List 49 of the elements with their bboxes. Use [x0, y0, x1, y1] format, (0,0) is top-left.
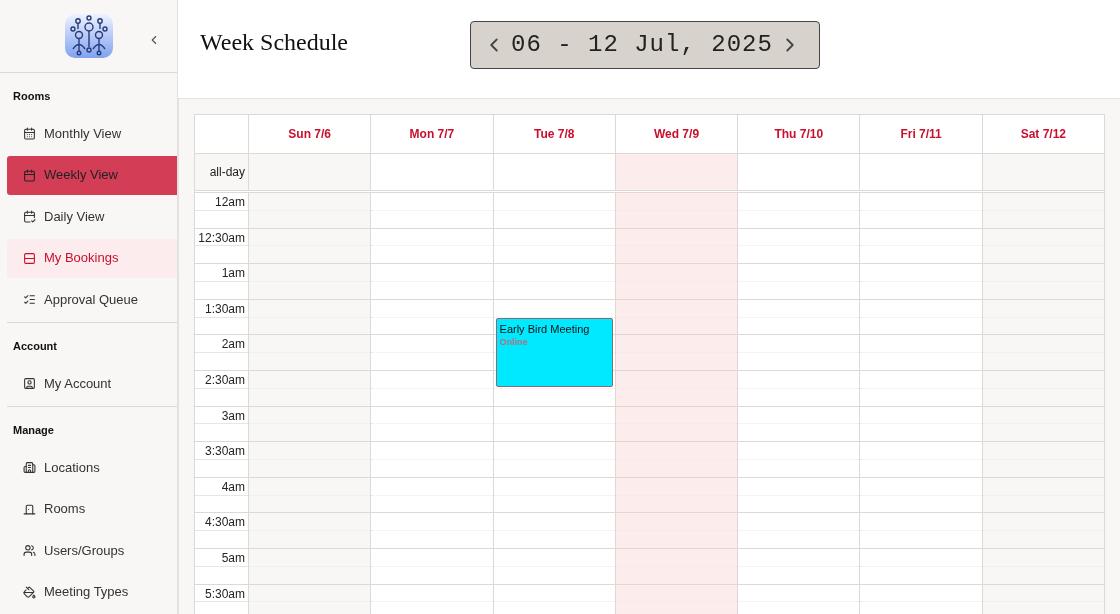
- time-label: 4:30am: [204, 514, 245, 532]
- logo-icon: [63, 12, 114, 59]
- day-header: Sun 7/6: [288, 126, 331, 143]
- time-label: 3am: [221, 407, 245, 425]
- sidebar-item[interactable]: Users/Groups: [7, 531, 177, 570]
- sidebar-item[interactable]: My Account: [7, 364, 177, 403]
- date-range: 06 - 12 Jul, 2025: [511, 30, 773, 60]
- event-location: Online: [499, 336, 529, 348]
- sidebar-item[interactable]: Meeting Types: [7, 572, 177, 612]
- event-card[interactable]: Early Bird Meeting Online: [495, 318, 613, 387]
- time-label: 2am: [221, 336, 245, 354]
- day-header: Sat 7/12: [1020, 126, 1067, 143]
- list-check-icon: [23, 293, 36, 306]
- day-header: Wed 7/9: [653, 126, 700, 143]
- sidebar-item[interactable]: Locations: [7, 448, 177, 487]
- sidebar-item[interactable]: My Bookings: [7, 238, 177, 278]
- sidebar-item[interactable]: Approval Queue: [7, 280, 177, 319]
- paint-bucket-icon: [23, 585, 36, 599]
- sidebar-item[interactable]: Rooms: [7, 489, 177, 529]
- day-header: Thu 7/10: [774, 126, 824, 143]
- day-header: Fri 7/11: [900, 126, 942, 143]
- time-label: 12:30am: [198, 229, 245, 247]
- page-title: Week Schedule: [200, 28, 349, 57]
- time-label: 1am: [221, 265, 245, 283]
- all-day-label: all-day: [209, 164, 245, 181]
- section-heading: Account: [12, 338, 58, 354]
- time-label: 2:30am: [204, 371, 245, 389]
- door-icon: [23, 502, 36, 516]
- sidebar-item[interactable]: Monthly View: [7, 114, 177, 153]
- time-label: 4am: [221, 478, 245, 496]
- calendar-icon: [23, 168, 36, 182]
- section-heading: Rooms: [12, 88, 52, 104]
- calendar-grid-icon: [23, 127, 36, 140]
- day-header: Tue 7/8: [533, 126, 575, 143]
- section-heading: Manage: [12, 422, 55, 438]
- user-square-icon: [23, 377, 36, 390]
- day-header: Mon 7/7: [409, 126, 455, 143]
- sidebar-item[interactable]: Weekly View: [7, 155, 177, 195]
- card-icon: [23, 251, 36, 265]
- event-title: Early Bird Meeting: [499, 322, 591, 336]
- time-label: 5:30am: [204, 585, 245, 603]
- time-label: 5am: [221, 549, 245, 567]
- time-label: 1:30am: [204, 300, 245, 318]
- sidebar-item[interactable]: Daily View: [7, 197, 177, 236]
- calendar-day-icon: [23, 210, 36, 223]
- building-icon: [23, 461, 36, 474]
- time-label: 12am: [214, 194, 245, 211]
- time-label: 3:30am: [204, 443, 245, 461]
- users-icon: [23, 544, 36, 557]
